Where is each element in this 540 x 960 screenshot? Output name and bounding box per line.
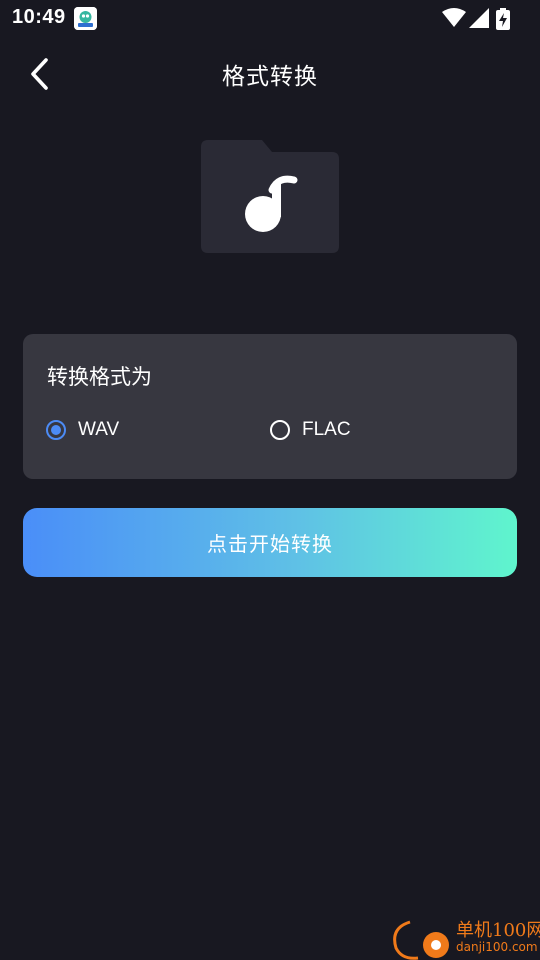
radio-label-flac: FLAC bbox=[302, 419, 351, 440]
watermark-brand: 单机100网 bbox=[456, 920, 540, 941]
start-convert-label: 点击开始转换 bbox=[207, 534, 333, 556]
app-notification-icon bbox=[74, 7, 97, 30]
radio-checked-icon bbox=[46, 420, 66, 440]
radio-option-flac[interactable]: FLAC bbox=[270, 416, 351, 444]
page-title: 格式转换 bbox=[222, 63, 318, 89]
format-options-card: 转换格式为 WAV FLAC bbox=[23, 334, 517, 479]
watermark: 单机100网 danji100.com bbox=[388, 914, 540, 960]
status-bar: 10:49 bbox=[0, 0, 540, 36]
battery-charging-icon bbox=[496, 8, 510, 30]
watermark-url: danji100.com bbox=[456, 940, 538, 954]
wifi-icon bbox=[442, 8, 466, 27]
format-convert-screen: 10:49 格式转换 转换格式为 WAV FLAC 点击开始转换 单机100网 … bbox=[0, 0, 540, 960]
watermark-logo-icon bbox=[393, 920, 449, 960]
format-card-title: 转换格式为 bbox=[47, 366, 152, 389]
radio-unchecked-icon bbox=[270, 420, 290, 440]
radio-label-wav: WAV bbox=[78, 419, 120, 440]
start-convert-button[interactable]: 点击开始转换 bbox=[23, 508, 517, 577]
status-time: 10:49 bbox=[12, 6, 66, 28]
music-folder-icon bbox=[200, 138, 340, 256]
cellular-signal-icon bbox=[469, 8, 489, 28]
radio-option-wav[interactable]: WAV bbox=[46, 416, 119, 444]
